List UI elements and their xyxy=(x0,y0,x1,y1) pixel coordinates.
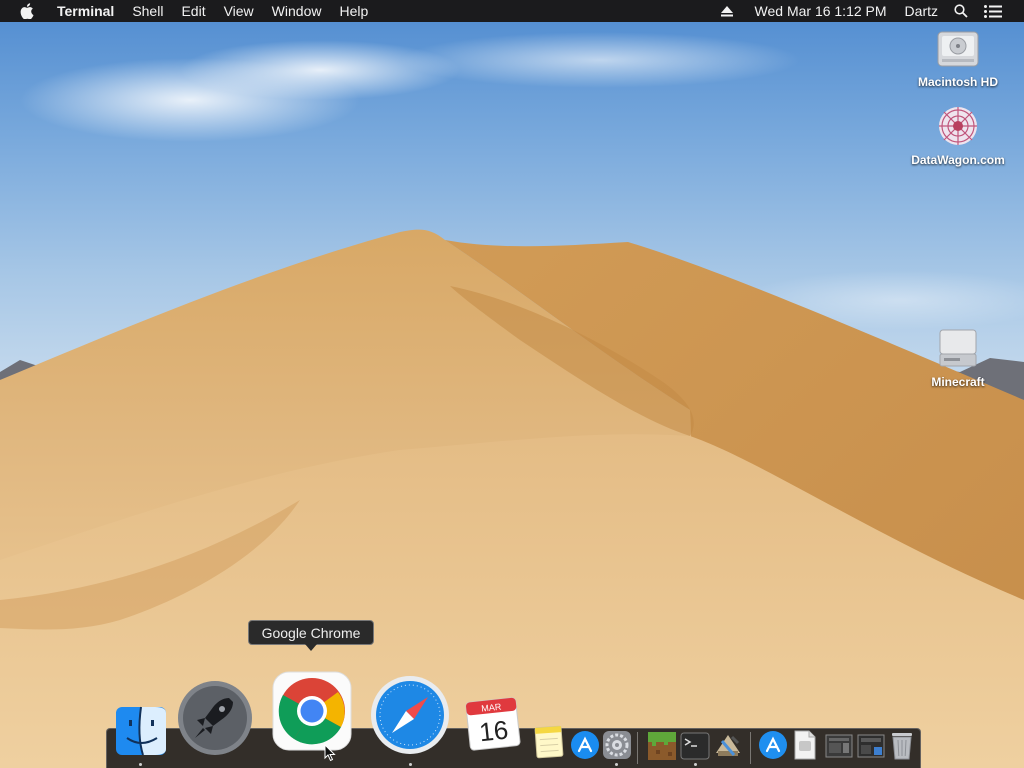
desktop-icon-datawagon[interactable]: DataWagon.com xyxy=(903,104,1013,167)
dock-tooltip: Google Chrome xyxy=(248,620,374,651)
desktop-icon-label: DataWagon.com xyxy=(911,153,1005,167)
desktop: Terminal Shell Edit View Window Help Wed… xyxy=(0,0,1024,768)
user-name[interactable]: Dartz xyxy=(895,0,946,22)
menu-bar: Terminal Shell Edit View Window Help Wed… xyxy=(0,0,1024,22)
calendar-icon[interactable]: MAR 16 xyxy=(465,696,521,757)
screenshot-stack-icon[interactable] xyxy=(856,731,886,766)
dock-separator xyxy=(637,732,638,764)
document-icon[interactable] xyxy=(792,729,818,766)
calendar-month: MAR xyxy=(481,702,502,714)
mouse-cursor-icon xyxy=(324,743,336,767)
app-store-folder-icon[interactable] xyxy=(758,730,788,765)
tooltip-text: Google Chrome xyxy=(261,624,361,641)
wallpaper xyxy=(0,32,1024,768)
menu-window[interactable]: Window xyxy=(263,0,331,22)
clock[interactable]: Wed Mar 16 1:12 PM xyxy=(741,0,895,22)
notes-icon[interactable] xyxy=(533,724,565,765)
google-chrome-icon[interactable] xyxy=(272,671,352,756)
screenshot-stack-icon[interactable] xyxy=(824,731,854,766)
apple-icon[interactable] xyxy=(0,0,48,22)
disk-image-icon xyxy=(936,326,980,370)
menu-view[interactable]: View xyxy=(215,0,263,22)
minecraft-icon[interactable] xyxy=(646,730,678,767)
safari-icon[interactable] xyxy=(370,675,450,760)
desktop-icon-label: Minecraft xyxy=(931,375,985,389)
running-indicator xyxy=(694,763,697,766)
eject-icon[interactable] xyxy=(713,0,741,22)
datawagon-volume-icon xyxy=(936,104,980,148)
finder-icon[interactable] xyxy=(115,706,167,761)
notification-center-icon[interactable] xyxy=(976,0,1024,22)
system-preferences-icon[interactable] xyxy=(602,730,632,765)
menu-help[interactable]: Help xyxy=(330,0,377,22)
launchpad-icon[interactable] xyxy=(177,680,253,761)
menu-shell[interactable]: Shell xyxy=(123,0,172,22)
app-store-icon[interactable] xyxy=(570,730,600,765)
trash-icon[interactable] xyxy=(888,729,916,766)
dock-separator xyxy=(750,732,751,764)
running-indicator xyxy=(139,763,142,766)
running-indicator xyxy=(615,763,618,766)
hard-drive-icon xyxy=(936,26,980,70)
menu-app-terminal[interactable]: Terminal xyxy=(48,0,123,22)
spotlight-search-icon[interactable] xyxy=(946,0,976,22)
running-indicator xyxy=(409,763,412,766)
desktop-icon-macintosh-hd[interactable]: Macintosh HD xyxy=(903,26,1013,89)
xcode-icon[interactable] xyxy=(712,729,744,766)
desktop-icon-minecraft[interactable]: Minecraft xyxy=(903,326,1013,389)
menu-edit[interactable]: Edit xyxy=(172,0,214,22)
desktop-icon-label: Macintosh HD xyxy=(917,75,998,89)
terminal-icon[interactable] xyxy=(680,731,710,766)
calendar-day: 16 xyxy=(478,715,510,748)
